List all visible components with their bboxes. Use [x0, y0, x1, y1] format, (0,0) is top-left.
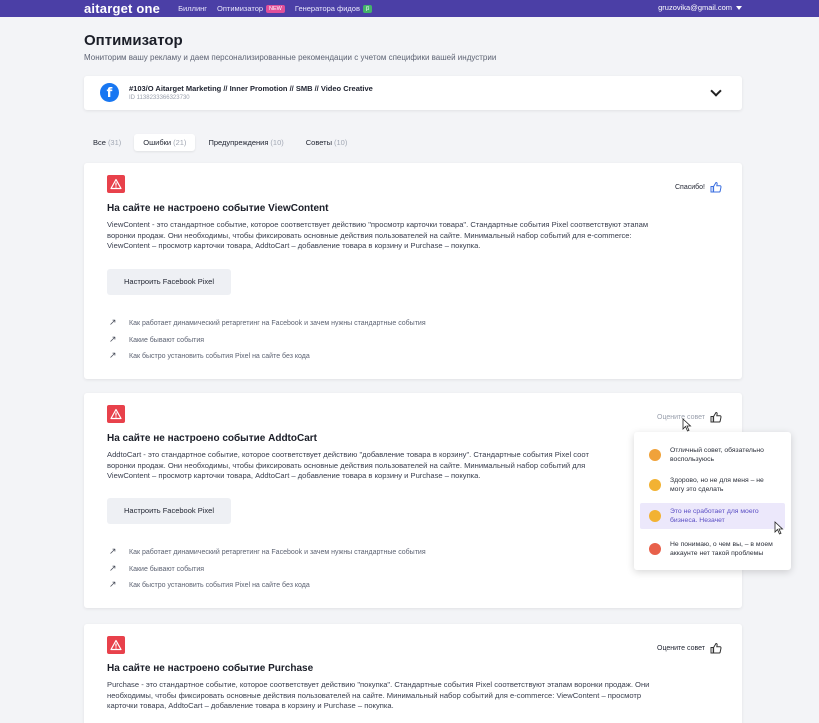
tab-count: (21) [173, 138, 187, 147]
arrow-up-right-icon: ↗ [109, 335, 117, 345]
beta-badge: β [362, 4, 373, 13]
help-link-label: Как работает динамический ретаргетинг на… [129, 319, 426, 327]
arrow-up-right-icon: ↗ [109, 564, 117, 574]
rating-option-not-for-me[interactable]: Здорово, но не для меня – не могу это сд… [640, 472, 785, 498]
nav-label: Оптимизатор [217, 4, 264, 13]
tab-count: (10) [334, 138, 348, 147]
account-name: #103/O Aitarget Marketing // Inner Promo… [129, 84, 373, 93]
rating-popup: Отличный совет, обязательно воспользуюсь… [634, 432, 791, 570]
user-menu[interactable]: gruzovika@gmail.com [658, 3, 742, 12]
setup-facebook-pixel-button[interactable]: Настроить Facebook Pixel [107, 269, 231, 295]
tab-tips[interactable]: Советы (10) [297, 134, 357, 151]
nav-item-feed-generator[interactable]: Генератора фидов β [294, 4, 373, 13]
aitarget-logo[interactable]: aitarget one [84, 1, 160, 16]
card-title: На сайте не настроено событие Purchase [107, 663, 314, 674]
mouse-cursor-icon [682, 418, 692, 432]
description-line: карточки товара, AddtoCart – добавление … [107, 701, 394, 711]
chevron-down-icon[interactable] [710, 85, 722, 97]
page-subtitle: Мониторим вашу рекламу и даем персонализ… [84, 53, 497, 62]
arrow-up-right-icon: ↗ [109, 318, 117, 328]
option-text: могу это сделать [670, 486, 724, 493]
thumbs-up-icon[interactable] [710, 181, 722, 193]
tab-all[interactable]: Все (31) [84, 134, 130, 151]
tab-errors[interactable]: Ошибки (21) [134, 134, 196, 151]
help-link[interactable]: ↗ Какие бывают события [109, 335, 204, 345]
arrow-up-right-icon: ↗ [109, 547, 117, 557]
option-text: воспользуюсь [670, 456, 715, 463]
card-title: На сайте не настроено событие ViewConten… [107, 203, 329, 214]
rating-option-great[interactable]: Отличный совет, обязательно воспользуюсь [640, 442, 785, 468]
help-link[interactable]: ↗ Как быстро установить события Pixel на … [109, 580, 310, 590]
heart-eyes-emoji-icon [649, 449, 661, 461]
mouse-cursor-icon [774, 521, 784, 535]
angry-emoji-icon [649, 543, 661, 555]
option-text: Отличный совет, обязательно [670, 447, 764, 454]
user-email: gruzovika@gmail.com [658, 3, 732, 12]
option-text: бизнеса. Незачет [670, 517, 725, 524]
option-text: Это не сработает для моего [670, 508, 759, 515]
account-id: ID 1138233366323730 [129, 95, 190, 101]
help-link-label: Какие бывают события [129, 565, 205, 573]
nav-item-optimizer[interactable]: Оптимизатор NEW [217, 4, 285, 13]
description-line: необходимы, чтобы фиксировать основные д… [107, 690, 642, 700]
tab-label: Предупреждения [208, 138, 269, 147]
help-link-label: Какие бывают события [129, 336, 205, 344]
help-link[interactable]: ↗ Как быстро установить события Pixel на … [109, 351, 310, 361]
rate-label: Оцените совет [657, 644, 705, 652]
rate-label: Спасибо! [675, 183, 705, 191]
description-line: Purchase - это стандартное событие, кото… [107, 680, 650, 689]
description-line: ViewContent - это стандартное событие, к… [107, 220, 649, 229]
help-link-label: Как работает динамический ретаргетинг на… [129, 548, 426, 556]
nav-item-billing[interactable]: Биллинг [178, 4, 207, 13]
option-text: Не понимаю, о чем вы, – в моем [670, 541, 773, 548]
card-description: ViewContent - это стандартное событие, к… [107, 220, 732, 252]
rating-option-not-relevant[interactable]: Не понимаю, о чем вы, – в моем аккаунте … [640, 536, 785, 562]
recommendation-card: Оцените совет На сайте не настроено собы… [84, 624, 742, 723]
facebook-icon: f [100, 83, 119, 102]
nav-label: Биллинг [178, 4, 208, 13]
tab-label: Советы [305, 138, 333, 147]
thinking-emoji-icon [649, 510, 661, 522]
new-badge: NEW [266, 4, 285, 13]
thumbs-up-icon[interactable] [710, 411, 722, 423]
page-title: Оптимизатор [84, 32, 183, 49]
help-link[interactable]: ↗ Как работает динамический ретаргетинг н… [109, 547, 426, 557]
account-selector[interactable]: f #103/O Aitarget Marketing // Inner Pro… [84, 76, 742, 110]
rate-label: Оцените совет [657, 413, 705, 421]
option-text: Здорово, но не для меня – не [670, 477, 764, 484]
help-link[interactable]: ↗ Как работает динамический ретаргетинг н… [109, 318, 426, 328]
description-line: ViewContent – просмотр карточки товара, … [107, 241, 481, 251]
warning-icon [107, 175, 125, 193]
tab-warnings[interactable]: Предупреждения (10) [199, 134, 292, 151]
tab-count: (31) [107, 138, 122, 147]
top-navigation-bar: aitarget one Биллинг Оптимизатор NEW Гене… [0, 0, 819, 17]
warning-icon [107, 405, 125, 423]
rating-option-wont-work[interactable]: Это не сработает для моего бизнеса. Неза… [640, 503, 785, 529]
tab-label: Ошибки [143, 138, 172, 147]
option-text: аккаунте нет такой проблемы [670, 550, 764, 557]
tab-label: Все [93, 138, 106, 147]
help-link[interactable]: ↗ Какие бывают события [109, 564, 204, 574]
arrow-up-right-icon: ↗ [109, 351, 117, 361]
help-link-label: Как быстро установить события Pixel на с… [129, 352, 310, 360]
filter-tabs: Все (31) Ошибки (21) Предупреждения (10) Со… [84, 134, 360, 151]
neutral-emoji-icon [649, 479, 661, 491]
recommendation-card: Спасибо! На сайте не настроено событие V… [84, 163, 742, 379]
setup-facebook-pixel-button[interactable]: Настроить Facebook Pixel [107, 498, 231, 524]
tab-count: (10) [270, 138, 284, 147]
caret-down-icon [736, 6, 742, 11]
warning-icon [107, 636, 125, 654]
card-description: Purchase - это стандартное событие, кото… [107, 680, 732, 712]
help-link-label: Как быстро установить события Pixel на с… [129, 581, 310, 589]
rate-tip[interactable]: Спасибо! [675, 181, 722, 193]
card-title: На сайте не настроено событие AddtoCart [107, 433, 317, 444]
nav-label: Генератора фидов [294, 4, 360, 13]
description-line: воронки продаж. Они необходимы, чтобы фи… [107, 230, 632, 240]
rate-tip[interactable]: Оцените совет [657, 642, 722, 654]
thumbs-up-icon[interactable] [710, 642, 722, 654]
arrow-up-right-icon: ↗ [109, 580, 117, 590]
